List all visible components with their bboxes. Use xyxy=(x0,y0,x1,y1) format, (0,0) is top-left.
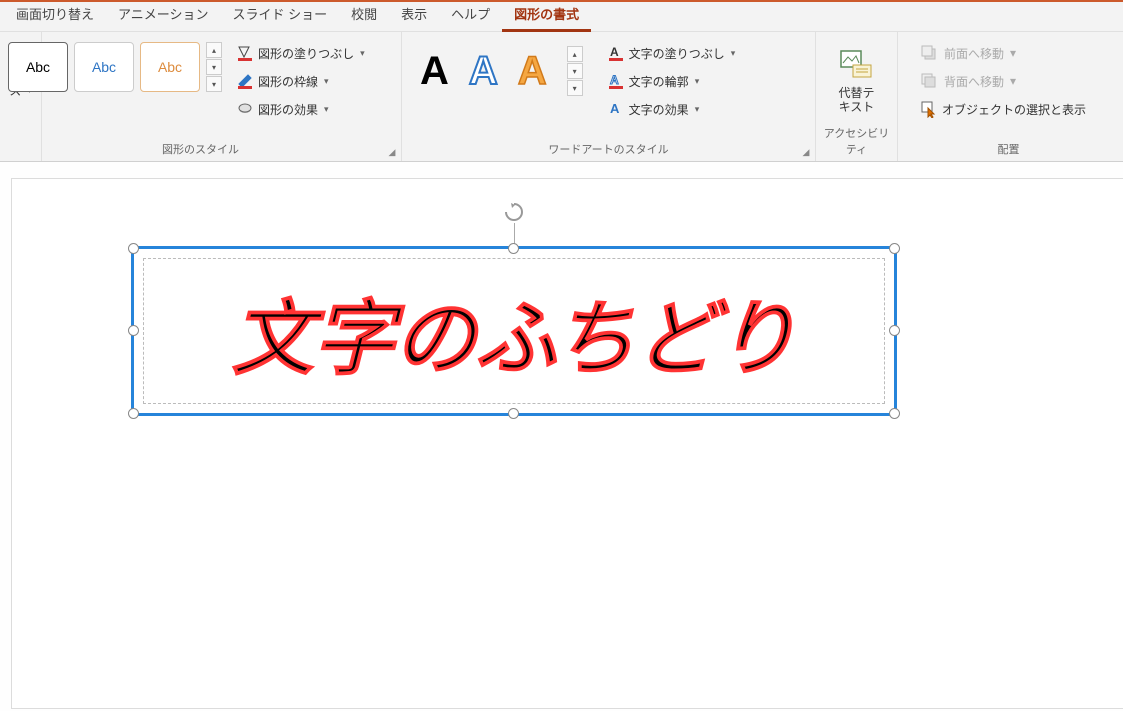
shape-style-thumb-1[interactable]: Abc xyxy=(8,42,68,92)
text-fill-label: 文字の塗りつぶし xyxy=(629,45,725,62)
wordart-style-3[interactable]: A xyxy=(518,49,547,94)
shape-effects-icon xyxy=(236,100,254,118)
ribbon-group-shape-styles: Abc Abc Abc ▴ ▾ ▾ 図形の塗りつぶし ▾ xyxy=(0,32,402,161)
chevron-down-icon: ▾ xyxy=(360,48,365,59)
text-effects-label: 文字の効果 xyxy=(629,101,689,118)
chevron-down-icon: ▾ xyxy=(695,104,700,115)
alt-text-button[interactable]: 代替テ キスト xyxy=(828,40,884,121)
shape-styles-launcher[interactable]: ◢ xyxy=(385,145,399,159)
ribbon-group-arrange: 前面へ移動 ▾ 背面へ移動 ▾ オブジェクトの選択と表示 xyxy=(898,32,1123,161)
bring-forward-button: 前面へ移動 ▾ xyxy=(914,40,1092,66)
ribbon-group-wordart-styles: A A A ▴ ▾ ▾ A 文字の塗りつぶし ▾ xyxy=(402,32,816,161)
shape-outline-icon xyxy=(236,72,254,90)
selection-pane-icon xyxy=(920,100,938,118)
wordart-styles-launcher[interactable]: ◢ xyxy=(799,145,813,159)
send-backward-icon xyxy=(920,72,938,90)
selection-pane-button[interactable]: オブジェクトの選択と表示 xyxy=(914,96,1092,122)
alt-text-label: 代替テ キスト xyxy=(838,86,874,115)
slide-editor-area: 文字のふちどり xyxy=(0,162,1123,711)
tab-slideshow[interactable]: スライド ショー xyxy=(221,0,340,31)
chevron-down-icon: ▾ xyxy=(1010,46,1016,60)
resize-handle-e[interactable] xyxy=(889,325,900,336)
tab-shape-format[interactable]: 図形の書式 xyxy=(502,0,591,31)
ribbon-tab-strip: 画面切り替え アニメーション スライド ショー 校閲 表示 ヘルプ 図形の書式 xyxy=(0,0,1123,32)
chevron-down-icon: ▾ xyxy=(324,104,329,115)
send-backward-button: 背面へ移動 ▾ xyxy=(914,68,1092,94)
bring-forward-icon xyxy=(920,44,938,62)
resize-handle-nw[interactable] xyxy=(128,243,139,254)
group-label-shape-styles: 図形のスタイル xyxy=(162,141,239,157)
wordart-scroll-up[interactable]: ▴ xyxy=(567,46,583,62)
chevron-down-icon: ▾ xyxy=(324,76,329,87)
wordart-style-2[interactable]: A xyxy=(469,49,498,94)
shape-fill-icon xyxy=(236,44,254,62)
send-backward-label: 背面へ移動 xyxy=(944,73,1004,90)
textbox-content[interactable]: 文字のふちどり xyxy=(232,272,797,391)
chevron-down-icon: ▾ xyxy=(1010,74,1016,88)
tab-view[interactable]: 表示 xyxy=(389,0,439,31)
shape-styles-gallery: Abc Abc Abc ▴ ▾ ▾ xyxy=(6,40,224,94)
group-label-wordart-styles: ワードアートのスタイル xyxy=(548,141,668,157)
tab-review[interactable]: 校閲 xyxy=(339,0,389,31)
wordart-gallery: A A A ▴ ▾ ▾ xyxy=(408,40,595,102)
gallery-scroll-down[interactable]: ▾ xyxy=(206,59,222,75)
chevron-down-icon: ▾ xyxy=(695,76,700,87)
tab-transitions[interactable]: 画面切り替え xyxy=(4,0,106,31)
svg-text:A: A xyxy=(610,45,619,59)
resize-handle-w[interactable] xyxy=(128,325,139,336)
shape-outline-button[interactable]: 図形の枠線 ▾ xyxy=(230,68,371,94)
text-outline-icon: A xyxy=(607,72,625,90)
text-fill-icon: A xyxy=(607,44,625,62)
svg-text:A: A xyxy=(610,101,620,116)
chevron-down-icon: ▾ xyxy=(731,48,736,59)
textbox-inner[interactable]: 文字のふちどり xyxy=(143,258,885,404)
bring-forward-label: 前面へ移動 xyxy=(944,45,1004,62)
text-effects-icon: A xyxy=(607,100,625,118)
shape-outline-label: 図形の枠線 xyxy=(258,73,318,90)
selection-pane-label: オブジェクトの選択と表示 xyxy=(942,101,1086,118)
gallery-scrollbar: ▴ ▾ ▾ xyxy=(206,42,222,92)
resize-handle-se[interactable] xyxy=(889,408,900,419)
alt-text-icon xyxy=(838,46,874,82)
text-outline-label: 文字の輪郭 xyxy=(629,73,689,90)
svg-text:A: A xyxy=(610,73,619,87)
group-label-arrange: 配置 xyxy=(998,141,1020,157)
wordart-scroll-more[interactable]: ▾ xyxy=(567,80,583,96)
text-effects-button[interactable]: A 文字の効果 ▾ xyxy=(601,96,742,122)
ribbon: ス ▾ Abc Abc Abc ▴ ▾ ▾ xyxy=(0,32,1123,162)
group-label-accessibility: アクセシビリティ xyxy=(822,125,891,157)
ribbon-group-accessibility: 代替テ キスト アクセシビリティ xyxy=(816,32,898,161)
shape-style-thumb-2[interactable]: Abc xyxy=(74,42,134,92)
wordart-gallery-scrollbar: ▴ ▾ ▾ xyxy=(567,46,583,96)
resize-handle-n[interactable] xyxy=(508,243,519,254)
gallery-scroll-up[interactable]: ▴ xyxy=(206,42,222,58)
tab-help[interactable]: ヘルプ xyxy=(439,0,502,31)
wordart-scroll-down[interactable]: ▾ xyxy=(567,63,583,79)
selected-textbox[interactable]: 文字のふちどり xyxy=(131,246,897,416)
rotation-handle[interactable] xyxy=(503,201,525,223)
resize-handle-ne[interactable] xyxy=(889,243,900,254)
shape-style-thumb-3[interactable]: Abc xyxy=(140,42,200,92)
shape-fill-label: 図形の塗りつぶし xyxy=(258,45,354,62)
shape-fill-button[interactable]: 図形の塗りつぶし ▾ xyxy=(230,40,371,66)
shape-effects-label: 図形の効果 xyxy=(258,101,318,118)
shape-effects-button[interactable]: 図形の効果 ▾ xyxy=(230,96,371,122)
tab-animations[interactable]: アニメーション xyxy=(106,0,220,31)
resize-handle-sw[interactable] xyxy=(128,408,139,419)
text-outline-button[interactable]: A 文字の輪郭 ▾ xyxy=(601,68,742,94)
gallery-scroll-more[interactable]: ▾ xyxy=(206,76,222,92)
slide-canvas[interactable]: 文字のふちどり xyxy=(11,178,1123,709)
resize-handle-s[interactable] xyxy=(508,408,519,419)
text-fill-button[interactable]: A 文字の塗りつぶし ▾ xyxy=(601,40,742,66)
wordart-style-1[interactable]: A xyxy=(420,49,449,94)
